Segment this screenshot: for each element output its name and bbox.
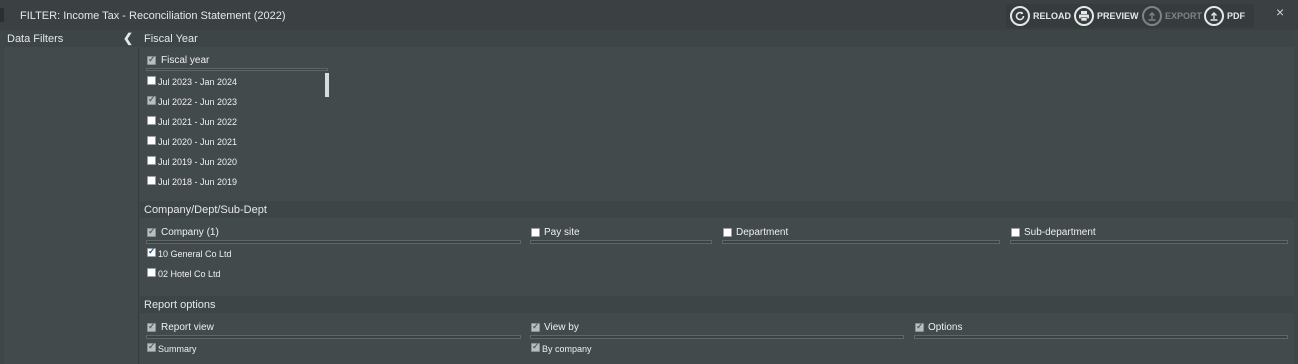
fiscal-year-scrollbar[interactable]	[325, 73, 329, 97]
fiscal-year-section-header: Fiscal Year	[140, 30, 1294, 47]
company-select-all-checkbox[interactable]	[147, 226, 156, 237]
subdepartment-column-bar	[1010, 240, 1288, 244]
upload-icon	[1142, 6, 1162, 26]
company-section-title: Company/Dept/Sub-Dept	[144, 204, 267, 216]
pdf-button[interactable]: PDF	[1204, 4, 1245, 28]
options-column-label: Options	[928, 322, 963, 333]
subdepartment-checkbox[interactable]	[1011, 228, 1020, 237]
preview-label: PREVIEW	[1097, 11, 1139, 21]
close-icon[interactable]: ×	[1276, 4, 1284, 20]
view-by-option-checkbox[interactable]	[531, 341, 540, 352]
fiscal-option-checkbox[interactable]	[147, 176, 156, 185]
fiscal-year-header-label: Fiscal year	[161, 55, 210, 66]
reload-icon	[1010, 6, 1030, 26]
subdepartment-column-label: Sub-department	[1024, 227, 1096, 238]
report-options-section-title: Report options	[144, 299, 216, 311]
title-bar: FILTER: Income Tax - Reconciliation Stat…	[0, 0, 1298, 30]
upload-icon	[1204, 6, 1224, 26]
fiscal-year-select-all-checkbox[interactable]	[147, 54, 156, 65]
options-column-bar	[914, 335, 1288, 339]
fiscal-option-label: Jul 2023 - Jan 2024	[158, 77, 238, 87]
report-view-option-label: Summary	[158, 344, 197, 354]
department-column-bar	[722, 240, 1000, 244]
report-options-section-header: Report options	[140, 296, 1294, 313]
export-button[interactable]: EXPORT	[1142, 4, 1202, 28]
company-item-label: 02 Hotel Co Ltd	[158, 269, 221, 279]
company-column-label: Company (1)	[161, 227, 219, 238]
fiscal-option-label: Jul 2021 - Jun 2022	[158, 117, 238, 127]
preview-button[interactable]: PREVIEW	[1074, 4, 1139, 28]
paysite-column-bar	[530, 240, 712, 244]
company-section-header: Company/Dept/Sub-Dept	[140, 201, 1294, 218]
fiscal-option-label: Jul 2018 - Jun 2019	[158, 177, 238, 187]
report-view-option-checkbox[interactable]	[147, 341, 156, 352]
reload-label: RELOAD	[1033, 11, 1071, 21]
export-label: EXPORT	[1165, 11, 1203, 21]
fiscal-option-checkbox[interactable]	[147, 116, 156, 125]
sidebar-header: Data Filters ❮	[4, 30, 139, 47]
fiscal-option-checkbox[interactable]	[147, 156, 156, 165]
printer-icon	[1074, 6, 1094, 26]
company-item-checkbox[interactable]	[147, 268, 156, 277]
report-view-column-label: Report view	[161, 322, 214, 333]
company-item-label: 10 General Co Ltd	[158, 249, 232, 259]
company-item-checkbox[interactable]	[147, 246, 156, 257]
options-checkbox[interactable]	[915, 321, 924, 332]
pdf-label: PDF	[1227, 11, 1245, 21]
data-filters-sidebar: Data Filters ❮	[4, 30, 139, 364]
fiscal-year-section-title: Fiscal Year	[144, 33, 198, 45]
fiscal-option-label: Jul 2020 - Jun 2021	[158, 137, 238, 147]
report-view-column-bar	[146, 335, 521, 339]
paysite-checkbox[interactable]	[531, 228, 540, 237]
department-column-label: Department	[736, 227, 789, 238]
filter-panel: Fiscal Year Fiscal year Jul 2023 - Jan 2…	[140, 30, 1294, 364]
fiscal-year-list-bar	[146, 68, 328, 71]
view-by-column-label: View by	[544, 322, 579, 333]
fiscal-option-checkbox[interactable]	[147, 94, 156, 105]
page-title: FILTER: Income Tax - Reconciliation Stat…	[20, 10, 286, 22]
chevron-left-icon[interactable]: ❮	[123, 31, 133, 45]
report-view-checkbox[interactable]	[147, 321, 156, 332]
reload-button[interactable]: RELOAD	[1010, 4, 1071, 28]
window-edge	[0, 8, 4, 22]
fiscal-option-checkbox[interactable]	[147, 136, 156, 145]
toolbar-actions: RELOAD PREVIEW EXPORT PDF	[1006, 4, 1254, 28]
view-by-checkbox[interactable]	[531, 321, 540, 332]
view-by-option-label: By company	[542, 344, 592, 354]
sidebar-title: Data Filters	[7, 33, 64, 45]
department-checkbox[interactable]	[723, 228, 732, 237]
fiscal-option-checkbox[interactable]	[147, 76, 156, 85]
view-by-column-bar	[530, 335, 904, 339]
fiscal-option-label: Jul 2019 - Jun 2020	[158, 157, 238, 167]
company-column-bar	[146, 240, 521, 244]
paysite-column-label: Pay site	[544, 227, 580, 238]
fiscal-option-label: Jul 2022 - Jun 2023	[158, 97, 238, 107]
